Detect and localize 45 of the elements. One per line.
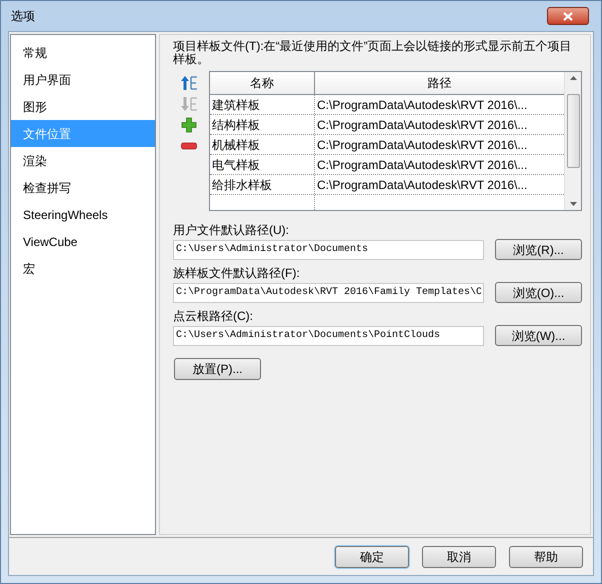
add-button[interactable] [179, 115, 199, 135]
sidebar-item[interactable]: 常规 [11, 39, 155, 66]
path-label: 用户文件默认路径(U): [173, 222, 290, 239]
window-title: 选项 [11, 8, 35, 25]
browse-button[interactable]: 浏览(W)... [495, 325, 582, 346]
close-button[interactable] [547, 7, 589, 25]
table-cell: 给排水样板 [210, 175, 315, 194]
down-arrow-icon [180, 96, 198, 112]
table-cell: 建筑样板 [210, 95, 315, 114]
dialog-button[interactable]: 确定 [335, 546, 409, 568]
table-cell: 结构样板 [210, 115, 315, 134]
table-cell-text: C:\ProgramData\Autodesk\RVT 2016\... [316, 96, 528, 114]
table-cell-text: C:\ProgramData\Autodesk\RVT 2016\... [316, 116, 528, 134]
dialog-button[interactable]: 取消 [422, 546, 496, 568]
table-cell: 电气样板 [210, 155, 315, 174]
sidebar-item[interactable]: 图形 [11, 93, 155, 120]
path-label: 点云根路径(C): [173, 308, 254, 325]
path-field[interactable]: C:\Users\Administrator\Documents\PointClouds [173, 326, 484, 346]
place-button[interactable]: 放置(P)... [174, 358, 261, 380]
sidebar-item[interactable]: 宏 [11, 255, 155, 282]
scroll-up-icon [570, 76, 576, 80]
table-cell-text: C:\ProgramData\Autodesk\RVT 2016\... [316, 136, 528, 154]
sidebar-item[interactable]: 检查拼写 [11, 174, 155, 201]
browse-button[interactable]: 浏览(R)... [495, 239, 582, 260]
template-description: 项目样板文件(T):在“最近使用的文件”页面上会以链接的形式显示前五个项目样板。 [173, 40, 573, 66]
dialog-button[interactable]: 帮助 [509, 546, 583, 568]
column-header[interactable]: 路径 [315, 72, 564, 94]
sidebar-item[interactable]: ViewCube [11, 228, 155, 255]
column-header[interactable]: 名称 [210, 72, 315, 94]
table-cell: 机械样板 [210, 135, 315, 154]
browse-button[interactable]: 浏览(O)... [495, 282, 582, 303]
table-cell-text: C:\ProgramData\Autodesk\RVT 2016\... [316, 176, 528, 194]
path-label: 族样板文件默认路径(F): [173, 265, 301, 282]
close-icon [563, 12, 573, 20]
up-arrow-icon [180, 75, 198, 91]
sidebar-item[interactable]: SteeringWheels [11, 201, 155, 228]
sidebar-item[interactable]: 用户界面 [11, 66, 155, 93]
table-cell-text: C:\ProgramData\Autodesk\RVT 2016\... [316, 156, 528, 174]
sidebar-item[interactable]: 渲染 [11, 147, 155, 174]
scrollbar[interactable] [564, 72, 581, 210]
path-field[interactable]: C:\Users\Administrator\Documents [173, 240, 484, 260]
minus-icon [181, 142, 197, 150]
scroll-thumb[interactable] [566, 94, 580, 168]
scroll-down-icon [570, 202, 576, 206]
plus-icon [181, 117, 197, 133]
